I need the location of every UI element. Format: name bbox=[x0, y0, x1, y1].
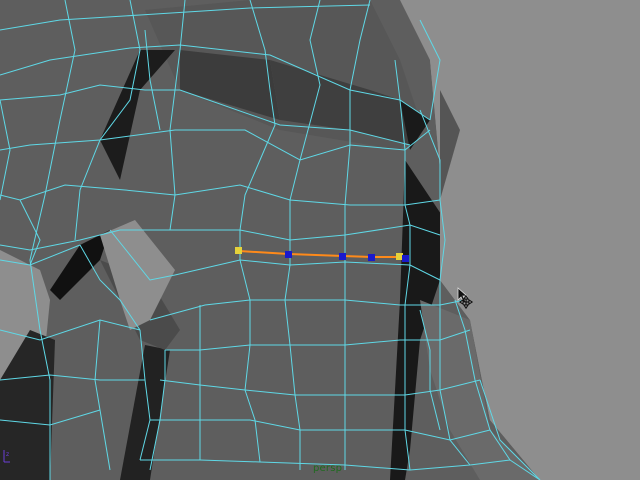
svg-text:z: z bbox=[6, 451, 9, 458]
camera-label: persp bbox=[313, 463, 343, 474]
perspective-viewport[interactable]: z persp bbox=[0, 0, 640, 480]
vertex-handle[interactable] bbox=[402, 255, 409, 262]
vertex-handle[interactable] bbox=[235, 247, 242, 254]
vertex-handle[interactable] bbox=[339, 253, 346, 260]
vertex-handle[interactable] bbox=[396, 253, 403, 260]
mesh-shading bbox=[0, 0, 640, 480]
move-cursor-icon bbox=[456, 286, 478, 314]
vertex-handle[interactable] bbox=[285, 251, 292, 258]
axis-gizmo-icon: z bbox=[0, 446, 14, 466]
mesh-scene[interactable] bbox=[0, 0, 640, 480]
vertex-handle[interactable] bbox=[368, 254, 375, 261]
